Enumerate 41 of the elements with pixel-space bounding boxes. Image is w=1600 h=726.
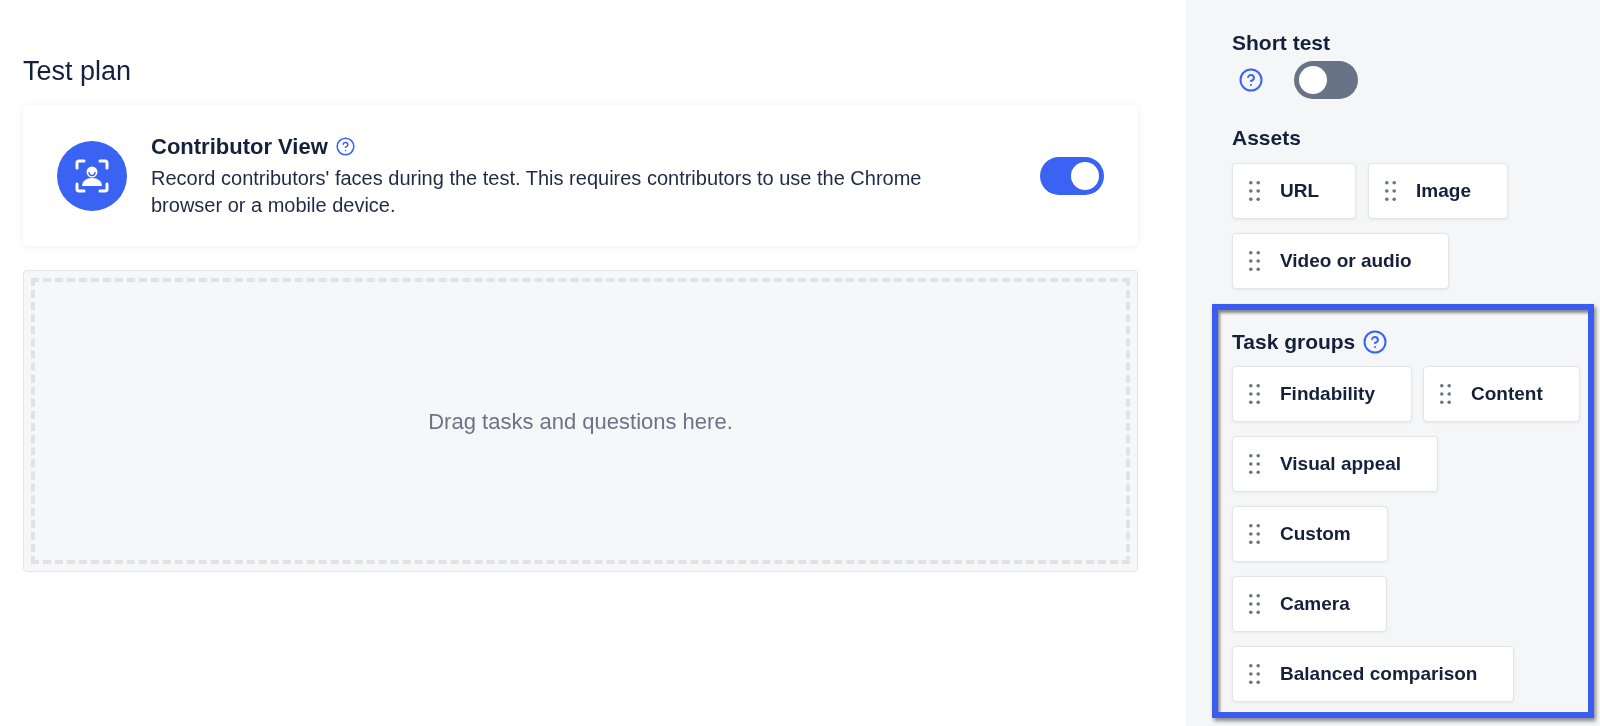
draggable-chip[interactable]: Balanced comparison: [1232, 646, 1515, 702]
drag-handle-icon[interactable]: [1249, 594, 1260, 614]
chip-label: Image: [1416, 178, 1471, 203]
drag-handle-icon[interactable]: [1385, 181, 1397, 201]
contributor-view-toggle[interactable]: [1040, 156, 1104, 195]
chip-label: URL: [1280, 178, 1320, 203]
chip-label: Custom: [1280, 521, 1351, 546]
draggable-chip[interactable]: Camera: [1232, 576, 1387, 632]
drag-handle-icon[interactable]: [1440, 384, 1451, 404]
drag-handle-icon[interactable]: [1249, 181, 1260, 201]
short-test-toggle[interactable]: [1294, 61, 1358, 99]
chip-label: Video or audio: [1280, 248, 1412, 273]
chip-label: Content: [1471, 381, 1543, 406]
face-camera-icon: [57, 140, 127, 211]
help-icon[interactable]: [1363, 330, 1388, 354]
drag-handle-icon[interactable]: [1249, 524, 1260, 544]
help-icon[interactable]: [335, 137, 355, 156]
drag-handle-icon[interactable]: [1249, 454, 1260, 474]
page-title: Test plan: [23, 55, 133, 88]
draggable-chip[interactable]: Image: [1368, 163, 1508, 219]
chip-label: Findability: [1280, 381, 1375, 406]
drop-zone-hint: Drag tasks and questions here.: [428, 407, 733, 436]
chip-label: Balanced comparison: [1280, 661, 1478, 686]
chip-label: Visual appeal: [1280, 451, 1402, 476]
card-title: Contributor View: [151, 132, 328, 161]
draggable-chip[interactable]: URL: [1232, 163, 1357, 219]
draggable-chip[interactable]: Visual appeal: [1232, 436, 1439, 492]
short-test-label: Short test: [1232, 30, 1331, 56]
drop-zone[interactable]: Drag tasks and questions here.: [23, 270, 1138, 572]
drag-handle-icon[interactable]: [1249, 664, 1260, 684]
card-description: Record contributors' faces during the test. This requires contributors to use the Chrome browser or a mobile device.: [151, 165, 923, 218]
help-icon[interactable]: [1239, 68, 1263, 92]
draggable-chip[interactable]: Findability: [1232, 366, 1412, 422]
task-groups-heading: Task groups: [1232, 329, 1356, 355]
draggable-chip[interactable]: Video or audio: [1232, 233, 1449, 289]
chip-label: Camera: [1280, 591, 1350, 616]
draggable-chip[interactable]: Content: [1423, 366, 1580, 422]
draggable-chip[interactable]: Custom: [1232, 506, 1388, 562]
drag-handle-icon[interactable]: [1249, 251, 1260, 271]
drag-handle-icon[interactable]: [1249, 384, 1260, 404]
assets-heading: Assets: [1232, 125, 1302, 151]
